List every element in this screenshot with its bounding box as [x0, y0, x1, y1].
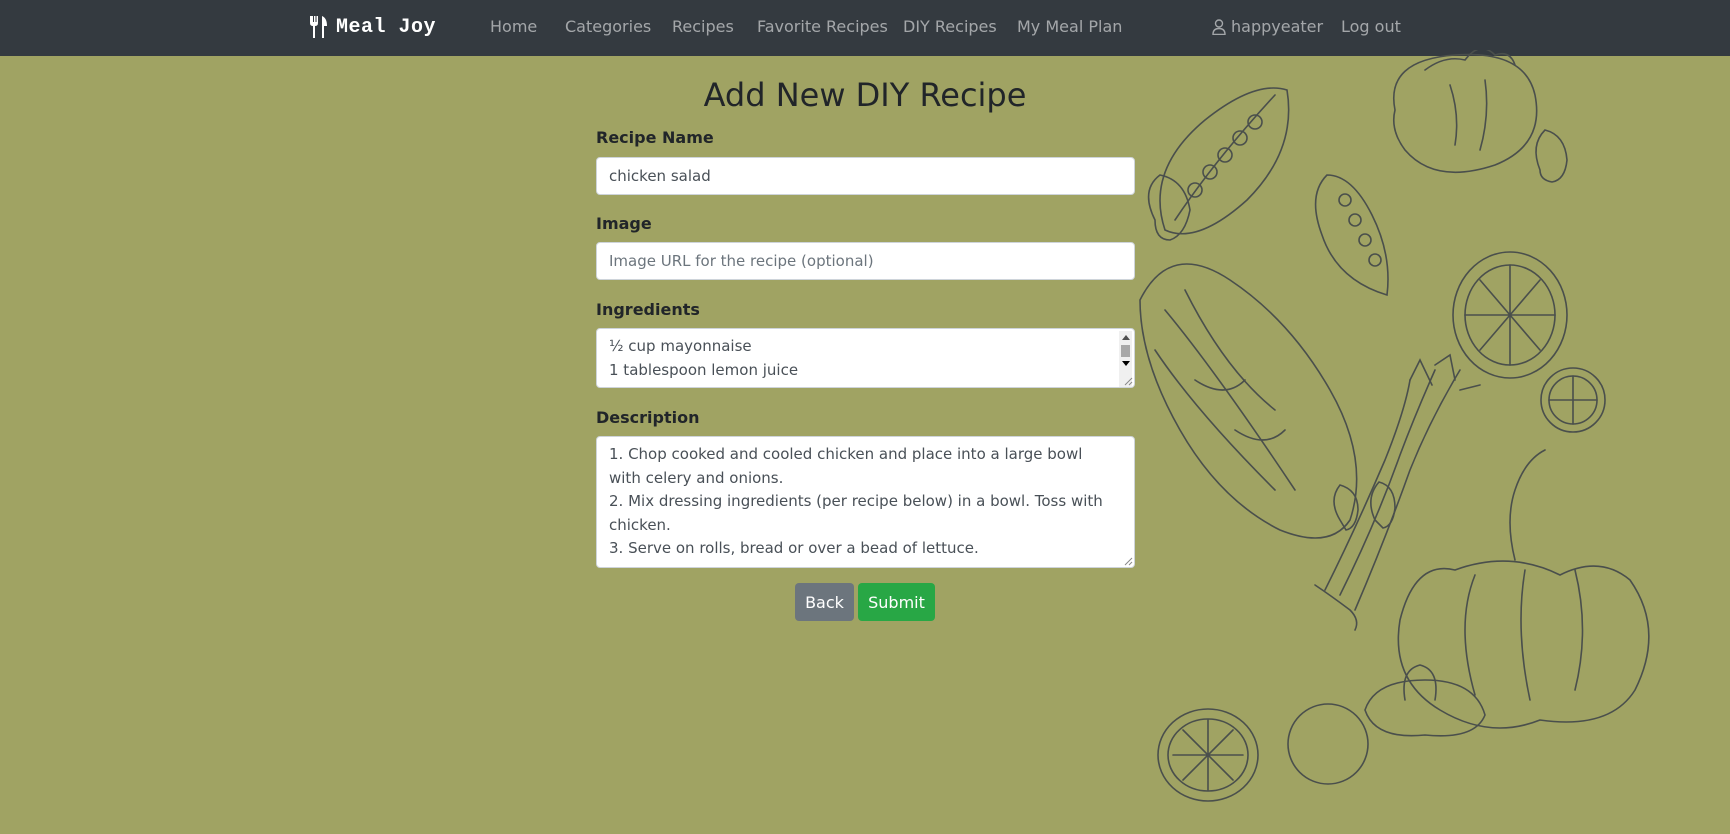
resize-grip-icon[interactable] — [1123, 556, 1133, 566]
scroll-down-arrow-icon[interactable] — [1122, 361, 1130, 366]
recipe-name-input[interactable] — [596, 157, 1135, 195]
ingredients-label: Ingredients — [596, 300, 700, 319]
vegetable-sketch-illustration — [1139, 50, 1650, 802]
page-title: Add New DIY Recipe — [703, 76, 1027, 114]
onion-icon — [1147, 129, 1568, 531]
nav-my-meal-plan[interactable]: My Meal Plan — [1017, 17, 1122, 36]
cabbage-icon — [1139, 263, 1358, 539]
mushroom-icon — [1287, 664, 1486, 785]
scroll-up-arrow-icon[interactable] — [1122, 335, 1130, 340]
image-label: Image — [596, 214, 652, 233]
scroll-thumb[interactable] — [1121, 345, 1130, 357]
description-line: 1. Chop cooked and cooled chicken and pl… — [609, 445, 1083, 487]
description-line: 3. Serve on rolls, bread or over a bead … — [609, 539, 979, 557]
image-url-input[interactable] — [596, 242, 1135, 280]
utensils-icon — [310, 16, 327, 38]
brand-name: Meal Joy — [336, 15, 437, 39]
pea-pod-icon — [1159, 87, 1290, 235]
pea-pod-icon — [1314, 174, 1389, 297]
ingredient-line: 1 tablespoon lemon juice — [609, 360, 799, 379]
description-line: 2. Mix dressing ingredients (per recipe … — [609, 492, 1103, 534]
ingredient-line: ½ cup mayonnaise — [609, 337, 752, 355]
user-icon — [1212, 18, 1226, 35]
nav-diy-recipes[interactable]: DIY Recipes — [903, 17, 997, 36]
nav-recipes[interactable]: Recipes — [672, 17, 734, 36]
nav-home[interactable]: Home — [490, 17, 537, 36]
nav-user-profile[interactable]: happyeater — [1212, 17, 1323, 36]
nav-logout[interactable]: Log out — [1341, 17, 1401, 36]
tomato-icon — [1392, 50, 1538, 174]
description-label: Description — [596, 408, 700, 427]
submit-button[interactable]: Submit — [858, 583, 935, 621]
resize-grip-icon[interactable] — [1123, 376, 1133, 386]
leek-icon — [1314, 353, 1481, 631]
back-button[interactable]: Back — [795, 583, 854, 621]
brand-logo[interactable]: Meal Joy — [308, 12, 436, 42]
recipe-name-label: Recipe Name — [596, 128, 714, 147]
ingredients-textarea[interactable]: ½ cup mayonnaise 1 tablespoon lemon juic… — [596, 328, 1135, 388]
username-label: happyeater — [1231, 17, 1324, 36]
description-textarea[interactable]: 1. Chop cooked and cooled chicken and pl… — [596, 436, 1135, 568]
nav-categories[interactable]: Categories — [565, 17, 651, 36]
nav-favorite-recipes[interactable]: Favorite Recipes — [757, 17, 888, 36]
top-navbar: Meal Joy Home Categories Recipes Favorit… — [0, 0, 1730, 56]
